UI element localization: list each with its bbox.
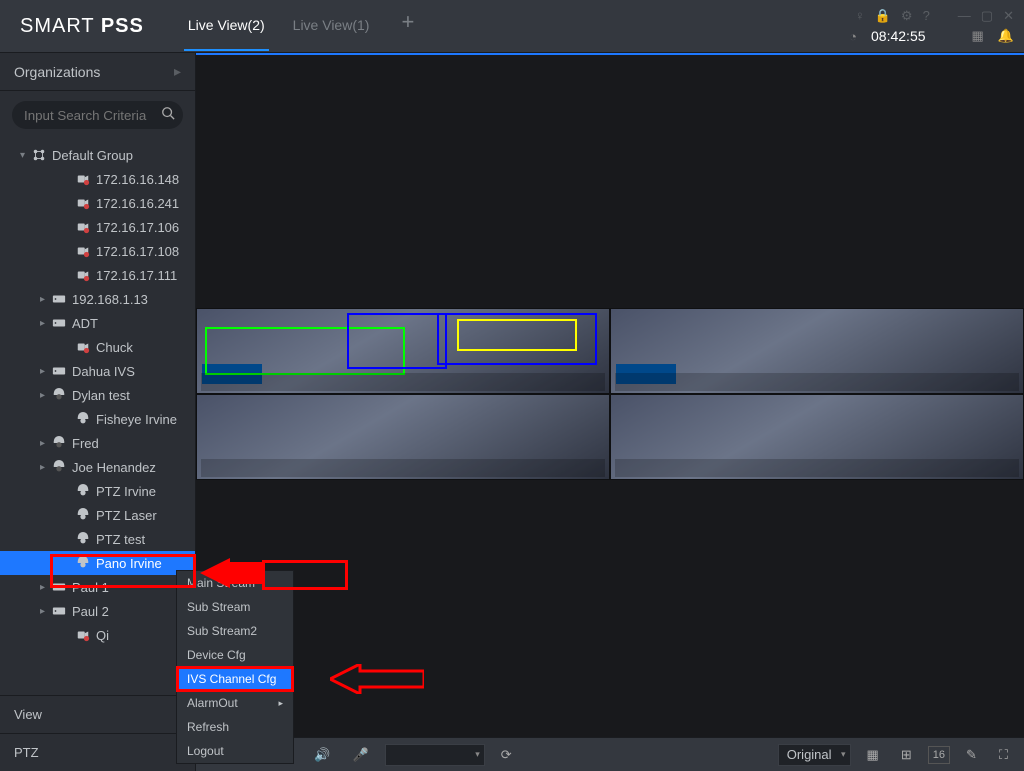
bottom-toolbar: ▣ ■ 📷 🔊 🎤 ⟳ Original ▦ ⊞ 16 ✎ ⛶ bbox=[196, 737, 1024, 771]
help-icon[interactable]: ? bbox=[923, 8, 930, 24]
title-bar: SMART PSS Live View(2) Live View(1) + ♀ … bbox=[0, 0, 1024, 53]
tree-node-5[interactable]: ▸192.168.1.13 bbox=[0, 287, 195, 311]
device-icon bbox=[50, 604, 68, 618]
tree-node-12[interactable]: ▸Joe Henandez bbox=[0, 455, 195, 479]
device-icon bbox=[50, 388, 68, 402]
search-input[interactable] bbox=[12, 101, 183, 129]
chevron-right-icon: ▸ bbox=[174, 63, 181, 80]
ctx-item-logout[interactable]: Logout bbox=[177, 739, 293, 763]
clock-icon: ◔ bbox=[849, 29, 857, 44]
ctx-item-alarmout[interactable]: AlarmOut▸ bbox=[177, 691, 293, 715]
sidebar-section-ptz[interactable]: PTZ bbox=[0, 733, 195, 771]
grid-3x3-icon[interactable]: ⊞ bbox=[895, 744, 918, 766]
app-brand: SMART PSS bbox=[20, 15, 144, 38]
device-tree[interactable]: ▾Default Group172.16.16.148172.16.16.241… bbox=[0, 139, 195, 695]
tree-node-7[interactable]: Chuck bbox=[0, 335, 195, 359]
device-icon bbox=[74, 268, 92, 282]
talk-icon[interactable]: 🎤 bbox=[347, 744, 375, 766]
camera-feed-3[interactable] bbox=[196, 394, 610, 480]
annotation-arrow-2 bbox=[330, 664, 424, 694]
tree-node-9[interactable]: ▸Dylan test bbox=[0, 383, 195, 407]
device-icon bbox=[50, 316, 68, 330]
tree-node-8[interactable]: ▸Dahua IVS bbox=[0, 359, 195, 383]
tab-liveview1[interactable]: Live View(1) bbox=[289, 1, 374, 51]
tree-root[interactable]: ▾Default Group bbox=[0, 143, 195, 167]
device-icon bbox=[74, 340, 92, 354]
device-icon bbox=[74, 484, 92, 498]
tree-node-13[interactable]: PTZ Irvine bbox=[0, 479, 195, 503]
lock-icon[interactable]: 🔒 bbox=[875, 8, 891, 24]
tree-node-6[interactable]: ▸ADT bbox=[0, 311, 195, 335]
settings-icon[interactable]: ⚙ bbox=[901, 8, 913, 24]
ctx-item-sub-stream[interactable]: Sub Stream bbox=[177, 595, 293, 619]
device-icon bbox=[74, 244, 92, 258]
tab-strip: Live View(2) Live View(1) + bbox=[184, 1, 422, 51]
sidebar-header[interactable]: Organizations▸ bbox=[0, 53, 195, 91]
grid-2x2-icon[interactable]: ▦ bbox=[861, 744, 885, 766]
ctx-item-ivs-channel-cfg[interactable]: IVS Channel Cfg bbox=[177, 667, 293, 691]
tree-node-1[interactable]: 172.16.16.241 bbox=[0, 191, 195, 215]
audio-icon[interactable]: 🔊 bbox=[308, 744, 336, 766]
annotation-arrow-1 bbox=[200, 558, 270, 588]
device-icon bbox=[74, 220, 92, 234]
tree-node-0[interactable]: 172.16.16.148 bbox=[0, 167, 195, 191]
edit-layout-icon[interactable]: ✎ bbox=[960, 744, 983, 766]
tree-node-2[interactable]: 172.16.17.106 bbox=[0, 215, 195, 239]
search-icon[interactable] bbox=[161, 106, 175, 123]
tree-node-3[interactable]: 172.16.17.108 bbox=[0, 239, 195, 263]
tree-node-15[interactable]: PTZ test bbox=[0, 527, 195, 551]
tree-node-17[interactable]: ▸Paul 1 bbox=[0, 575, 195, 599]
device-icon bbox=[74, 556, 92, 570]
tree-node-10[interactable]: Fisheye Irvine bbox=[0, 407, 195, 431]
device-icon bbox=[74, 412, 92, 426]
minimize-icon[interactable]: — bbox=[958, 8, 971, 24]
device-icon bbox=[50, 460, 68, 474]
ctx-item-refresh[interactable]: Refresh bbox=[177, 715, 293, 739]
tree-node-18[interactable]: ▸Paul 2 bbox=[0, 599, 195, 623]
camera-feed-4[interactable] bbox=[610, 394, 1024, 480]
scale-select[interactable]: Original bbox=[778, 744, 851, 766]
sidebar: Organizations▸ ▾Default Group172.16.16.1… bbox=[0, 53, 196, 771]
tree-node-14[interactable]: PTZ Laser bbox=[0, 503, 195, 527]
content-area: ▣ ■ 📷 🔊 🎤 ⟳ Original ▦ ⊞ 16 ✎ ⛶ bbox=[196, 53, 1024, 771]
video-grid[interactable] bbox=[196, 53, 1024, 737]
maximize-icon[interactable]: ▢ bbox=[981, 8, 993, 24]
ctx-item-device-cfg[interactable]: Device Cfg bbox=[177, 643, 293, 667]
device-icon bbox=[74, 172, 92, 186]
detection-box-yellow bbox=[457, 319, 577, 351]
detection-box-blue bbox=[347, 313, 447, 369]
tree-node-19[interactable]: Qi bbox=[0, 623, 195, 647]
add-tab-button[interactable]: + bbox=[393, 1, 422, 51]
user-icon[interactable]: ♀ bbox=[855, 8, 865, 24]
context-menu[interactable]: Main StreamSub StreamSub Stream2Device C… bbox=[176, 570, 294, 764]
camera-feed-2[interactable] bbox=[610, 308, 1024, 394]
device-icon bbox=[50, 436, 68, 450]
stream-select[interactable] bbox=[385, 744, 485, 766]
tree-node-11[interactable]: ▸Fred bbox=[0, 431, 195, 455]
camera-feed-1[interactable] bbox=[196, 308, 610, 394]
device-icon bbox=[74, 532, 92, 546]
bell-icon[interactable]: 🔔 bbox=[998, 28, 1014, 44]
device-icon bbox=[50, 364, 68, 378]
clock-text: 08:42:55 bbox=[871, 28, 926, 44]
fullscreen-icon[interactable]: ⛶ bbox=[993, 744, 1014, 766]
tab-liveview2[interactable]: Live View(2) bbox=[184, 1, 269, 51]
cpu-icon[interactable]: ▦ bbox=[972, 28, 984, 44]
device-icon bbox=[74, 196, 92, 210]
grid-16-button[interactable]: 16 bbox=[928, 746, 950, 764]
close-icon[interactable]: ✕ bbox=[1003, 8, 1014, 24]
tree-node-16[interactable]: Pano Irvine bbox=[0, 551, 195, 575]
device-icon bbox=[74, 508, 92, 522]
refresh-icon[interactable]: ⟳ bbox=[495, 744, 518, 766]
tree-node-4[interactable]: 172.16.17.111 bbox=[0, 263, 195, 287]
device-icon bbox=[50, 292, 68, 306]
device-icon bbox=[50, 580, 68, 594]
ctx-item-sub-stream2[interactable]: Sub Stream2 bbox=[177, 619, 293, 643]
sidebar-section-view[interactable]: View bbox=[0, 695, 195, 733]
device-icon bbox=[74, 628, 92, 642]
